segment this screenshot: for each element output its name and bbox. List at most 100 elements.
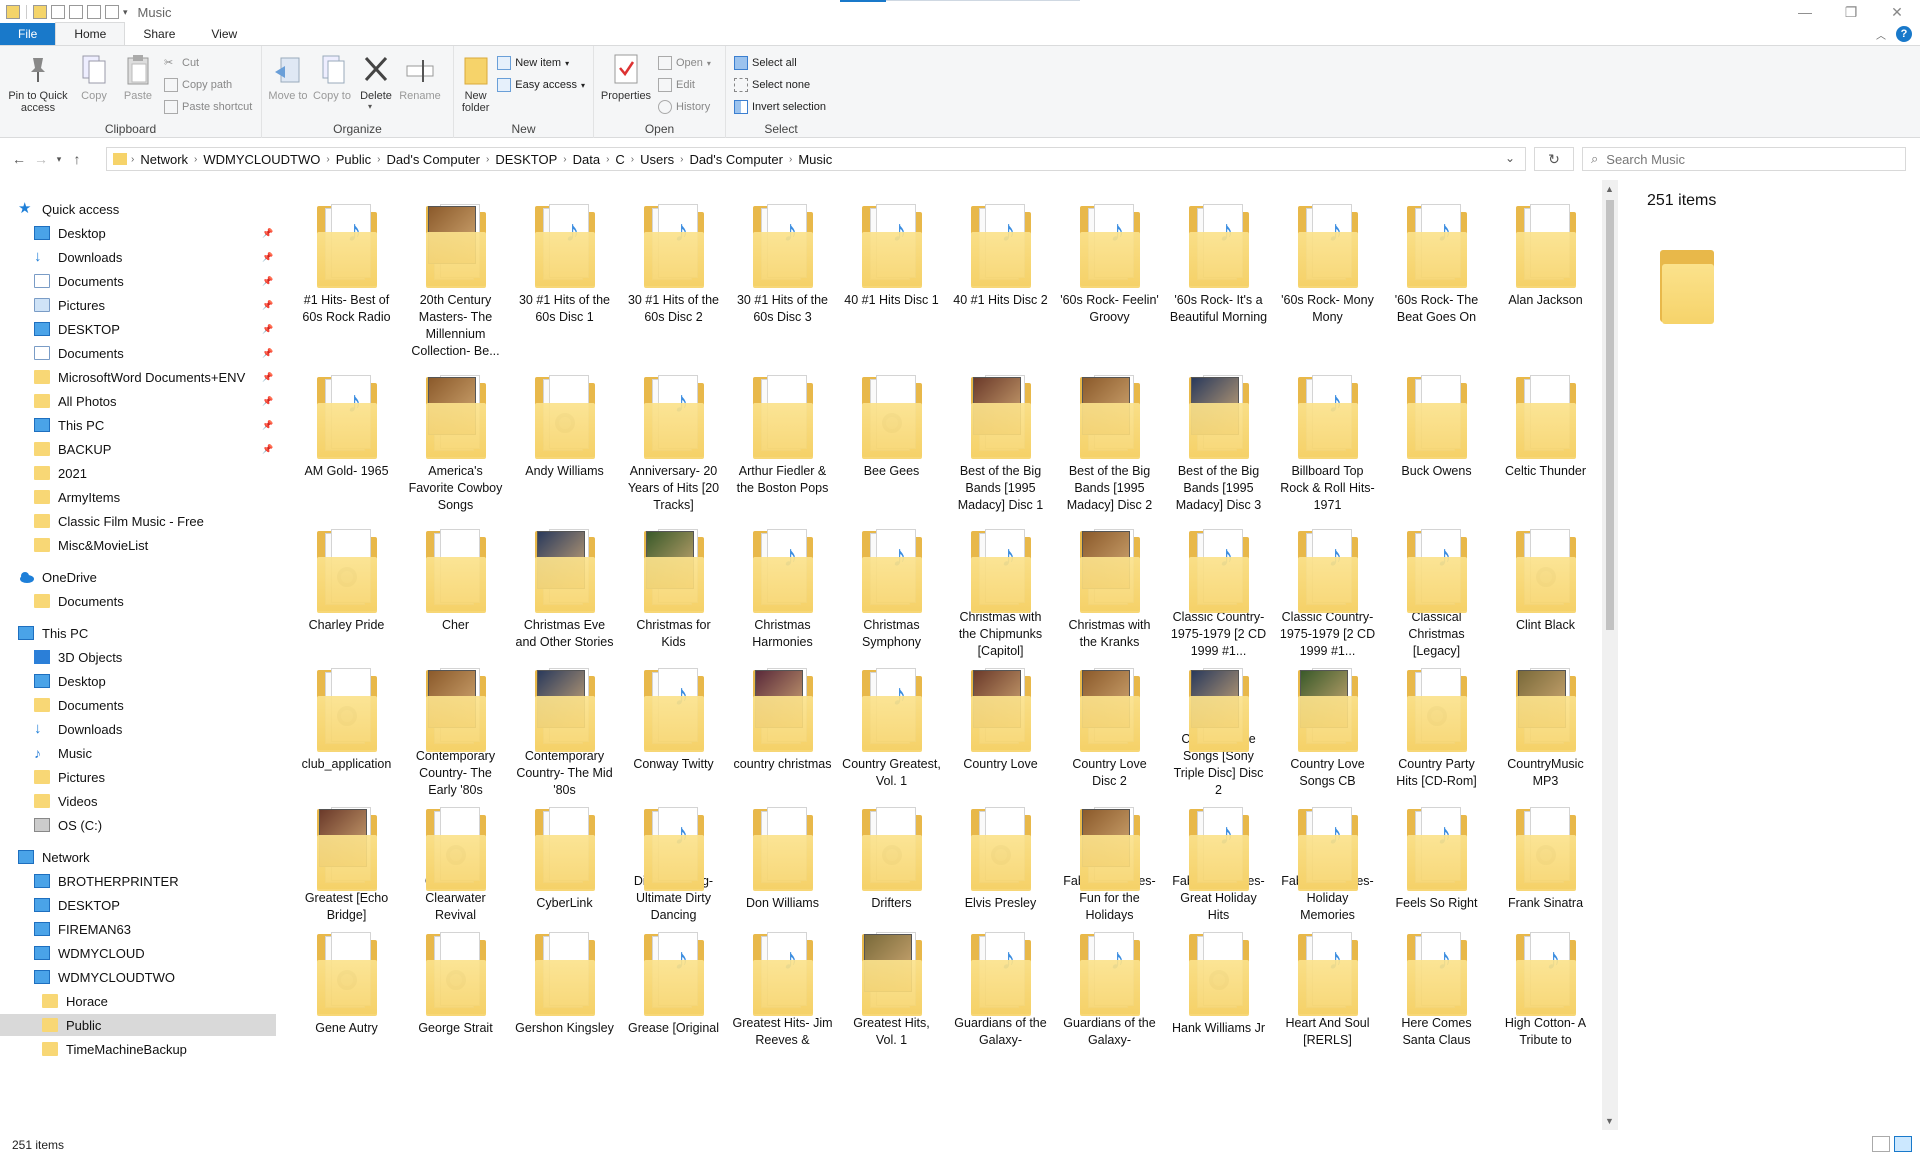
select-all-button[interactable]: Select all (734, 54, 826, 72)
folder-item[interactable]: ♪ 40 #1 Hits Disc 1 (837, 196, 946, 367)
folder-item[interactable]: Charley Pride (292, 521, 401, 660)
minimize-button[interactable]: — (1782, 0, 1828, 24)
folder-item[interactable]: Alan Jackson (1491, 196, 1600, 367)
scroll-down-icon[interactable]: ▼ (1605, 1116, 1614, 1126)
close-button[interactable]: ✕ (1874, 0, 1920, 24)
nav-item-qa-5[interactable]: Documents 📌 (0, 342, 276, 364)
breadcrumb-users[interactable]: Users (640, 152, 674, 167)
breadcrumb-music[interactable]: Music (798, 152, 832, 167)
tab-file[interactable]: File (0, 23, 56, 45)
folder-item[interactable]: ♪'60s Rock- Feelin' Groovy (1055, 196, 1164, 367)
invert-selection-button[interactable]: Invert selection (734, 98, 826, 116)
folder-item[interactable]: ♪'60s Rock- The Beat Goes On (1382, 196, 1491, 367)
folder-item[interactable]: ♪Christmas Symphony (837, 521, 946, 660)
folder-item[interactable]: ♪Classical Christmas [Legacy] (1382, 521, 1491, 660)
nav-item-network-3[interactable]: WDMYCLOUD (0, 942, 276, 964)
folder-item[interactable]: Christmas with the Kranks (1055, 521, 1164, 660)
nav-item-onedrive-0[interactable]: Documents (0, 590, 276, 612)
nav-item-network-5[interactable]: Horace (0, 990, 276, 1012)
nav-item-pc-0[interactable]: 3D Objects (0, 646, 276, 668)
folder-item[interactable]: CyberLink (510, 799, 619, 924)
folder-item[interactable]: ♪30 #1 Hits of the 60s Disc 3 (728, 196, 837, 367)
nav-item-network-0[interactable]: BROTHERPRINTER (0, 870, 276, 892)
folder-item[interactable]: ♪ Conway Twitty (619, 660, 728, 799)
folder-item[interactable]: Contemporary Country- The Early '80s (401, 660, 510, 799)
folder-item[interactable]: Country Love Songs [Sony Triple Disc] Di… (1164, 660, 1273, 799)
folder-item[interactable]: club_application (292, 660, 401, 799)
folder-item[interactable]: Arthur Fiedler & the Boston Pops (728, 367, 837, 521)
nav-item-pc-7[interactable]: OS (C:) (0, 814, 276, 836)
pin-icon[interactable]: 📌 (262, 396, 273, 407)
folder-item[interactable]: ♪ AM Gold- 1965 (292, 367, 401, 521)
folder-item[interactable]: 20th Century Masters- The Millennium Col… (401, 196, 510, 367)
pin-icon[interactable]: 📌 (262, 348, 273, 359)
folder-item[interactable]: ♪Billboard Top Rock & Roll Hits- 1971 (1273, 367, 1382, 521)
nav-onedrive[interactable]: OneDrive (0, 566, 276, 588)
folder-item[interactable]: ♪Classic Country- 1975-1979 [2 CD 1999 #… (1164, 521, 1273, 660)
folder-item[interactable]: ♪30 #1 Hits of the 60s Disc 1 (510, 196, 619, 367)
nav-item-pc-2[interactable]: Documents (0, 694, 276, 716)
nav-item-network-1[interactable]: DESKTOP (0, 894, 276, 916)
breadcrumb-wdmycloudtwo[interactable]: WDMYCLOUDTWO (203, 152, 320, 167)
folder-item[interactable]: Bee Gees (837, 367, 946, 521)
nav-item-qa-4[interactable]: DESKTOP 📌 (0, 318, 276, 340)
search-box[interactable]: ⌕ (1582, 147, 1906, 171)
nav-item-network-2[interactable]: FIREMAN63 (0, 918, 276, 940)
nav-item-pc-6[interactable]: Videos (0, 790, 276, 812)
breadcrumb-data[interactable]: Data (573, 152, 600, 167)
nav-item-qa-9[interactable]: BACKUP 📌 (0, 438, 276, 460)
breadcrumb-network[interactable]: Network (140, 152, 188, 167)
open-button[interactable]: Open ▾ (658, 54, 711, 72)
delete-dropdown-icon[interactable]: ▾ (368, 102, 372, 111)
recent-locations-icon[interactable]: ▾ (52, 154, 66, 165)
paste-shortcut-button[interactable]: Paste shortcut (164, 98, 252, 116)
folder-item[interactable]: ♪Guardians of the Galaxy- (1055, 924, 1164, 1049)
folder-item[interactable]: Country Love Disc 2 (1055, 660, 1164, 799)
breadcrumb-c[interactable]: C (615, 152, 624, 167)
cut-button[interactable]: ✂ Cut (164, 54, 252, 72)
folder-item[interactable]: Hank Williams Jr (1164, 924, 1273, 1049)
folder-item[interactable]: Christmas Eve and Other Stories (510, 521, 619, 660)
folder-item[interactable]: Contemporary Country- The Mid '80s (510, 660, 619, 799)
nav-item-qa-0[interactable]: Desktop 📌 (0, 222, 276, 244)
folder-item[interactable]: ♪Classic Country- 1975-1979 [2 CD 1999 #… (1273, 521, 1382, 660)
nav-item-pc-3[interactable]: ↓ Downloads (0, 718, 276, 740)
view-qat-icon[interactable] (69, 5, 83, 19)
nav-item-network-6[interactable]: Public (0, 1014, 276, 1036)
breadcrumb-dads-computer[interactable]: Dad's Computer (386, 152, 480, 167)
pin-icon[interactable]: 📌 (262, 252, 273, 263)
new-folder-qat-icon[interactable] (33, 5, 47, 19)
nav-item-qa-13[interactable]: Misc&MovieList (0, 534, 276, 556)
large-icons-view-icon[interactable] (1894, 1136, 1912, 1152)
copy-path-button[interactable]: Copy path (164, 76, 252, 94)
folder-item[interactable]: Greatest Hits, Vol. 1 (837, 924, 946, 1049)
forward-arrow-icon[interactable]: → (30, 151, 52, 167)
folder-item[interactable]: ♪Heart And Soul [RERLS] (1273, 924, 1382, 1049)
tab-view[interactable]: View (193, 23, 255, 45)
folder-item[interactable]: Clint Black (1491, 521, 1600, 660)
edit-button[interactable]: Edit (658, 76, 711, 94)
history-button[interactable]: History (658, 98, 711, 116)
folder-item[interactable]: ♪Dirty Dancing- Ultimate Dirty Dancing (619, 799, 728, 924)
details-qat-icon[interactable] (105, 5, 119, 19)
nav-network[interactable]: Network (0, 846, 276, 868)
help-icon[interactable]: ? (1896, 26, 1912, 42)
select-none-button[interactable]: Select none (734, 76, 826, 94)
nav-item-pc-5[interactable]: Pictures (0, 766, 276, 788)
folder-item[interactable]: Best of the Big Bands [1995 Madacy] Disc… (946, 367, 1055, 521)
nav-item-pc-4[interactable]: ♪ Music (0, 742, 276, 764)
tab-home[interactable]: Home (55, 22, 126, 45)
folder-item[interactable]: Celtic Thunder (1491, 367, 1600, 521)
nav-item-qa-8[interactable]: This PC 📌 (0, 414, 276, 436)
up-arrow-icon[interactable]: ↑ (66, 151, 88, 167)
search-input[interactable] (1606, 151, 1887, 167)
folder-item[interactable]: ♪Guardians of the Galaxy- (946, 924, 1055, 1049)
pin-icon[interactable]: 📌 (262, 228, 273, 239)
folder-item[interactable]: Country Love Songs CB (1273, 660, 1382, 799)
folder-item[interactable]: ♪ Grease [Original (619, 924, 728, 1049)
refresh-icon[interactable]: ↻ (1534, 147, 1574, 171)
folder-item[interactable]: ♪Greatest Hits- Jim Reeves & (728, 924, 837, 1049)
pin-icon[interactable]: 📌 (262, 372, 273, 383)
folder-item[interactable]: Country's Greatest [Echo Bridge] (292, 799, 401, 924)
easy-access-button[interactable]: Easy access ▾ (497, 76, 585, 94)
